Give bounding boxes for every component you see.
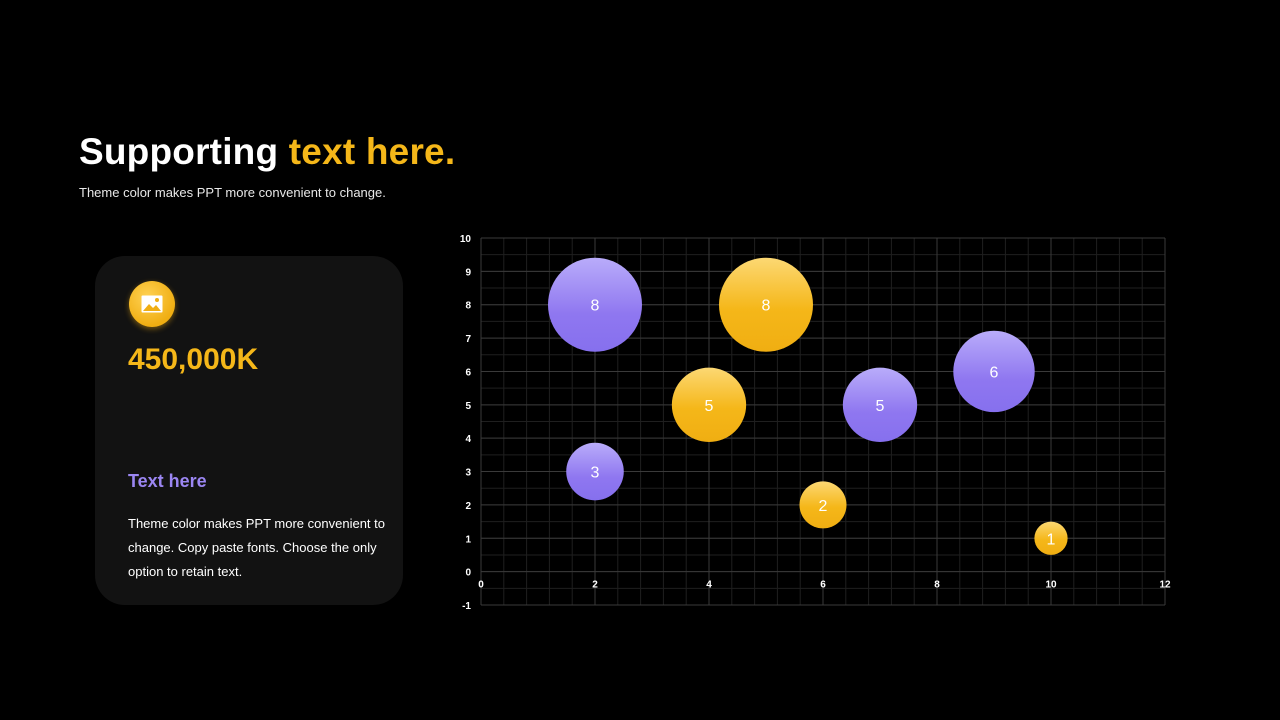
card-heading: Text here: [128, 471, 207, 491]
slide-title: Supporting text here.: [79, 131, 455, 173]
bubble-label: 2: [819, 498, 828, 515]
bubble-chart: 0 2 4 6 8 10 12-1012345678910 58218356: [460, 234, 1171, 612]
bubble-label: 8: [762, 298, 771, 315]
y-tick-label: 8: [465, 301, 471, 312]
x-tick-label: 2: [592, 580, 598, 591]
chart-bubbles: 5 8 2 1 8 3 5 6: [548, 257, 1068, 555]
bubble-label: 5: [876, 398, 885, 415]
y-tick-label: 7: [465, 334, 471, 345]
info-card: 450,000K Text here Theme color makes PPT…: [95, 256, 403, 605]
y-tick-label: 9: [465, 267, 471, 278]
title-accent: text here.: [288, 131, 456, 172]
metric-value: 450,000K: [128, 343, 259, 376]
bubble-label: 8: [591, 298, 600, 315]
y-tick-label: 2: [465, 501, 471, 512]
x-tick-label: 0: [478, 580, 484, 591]
slide-subtitle: Theme color makes PPT more convenient to…: [79, 185, 386, 200]
bubble-label: 1: [1047, 531, 1056, 548]
x-tick-label: 12: [1159, 580, 1171, 591]
y-tick-label: 6: [465, 367, 471, 378]
card-body-text: Theme color makes PPT more convenient to…: [128, 516, 385, 579]
y-tick-label: 4: [465, 434, 471, 445]
x-tick-label: 10: [1045, 580, 1057, 591]
y-tick-label: 3: [465, 468, 471, 479]
y-tick-label: 10: [460, 234, 472, 245]
image-icon: [129, 281, 175, 327]
y-tick-label: -1: [462, 601, 471, 612]
title-main: Supporting: [79, 131, 279, 172]
x-tick-label: 6: [820, 580, 826, 591]
y-tick-label: 1: [465, 534, 471, 545]
bubble-label: 3: [591, 465, 600, 482]
x-tick-label: 4: [706, 580, 712, 591]
x-tick-label: 8: [934, 580, 940, 591]
bubble-label: 6: [990, 364, 999, 381]
y-tick-label: 0: [465, 568, 471, 579]
y-tick-label: 5: [465, 401, 471, 412]
bubble-label: 5: [705, 398, 714, 415]
